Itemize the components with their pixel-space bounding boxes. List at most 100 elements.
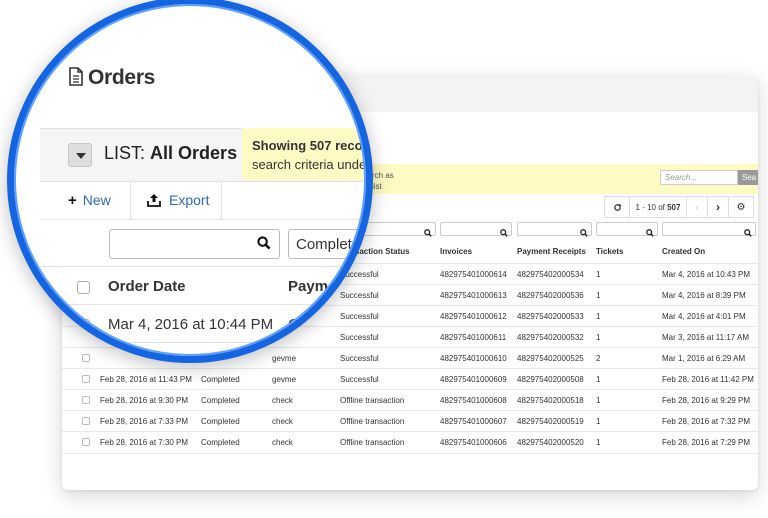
search-icon: [500, 224, 508, 242]
cell-tickets: 1: [596, 291, 601, 300]
refresh-button[interactable]: [604, 196, 630, 218]
settings-button[interactable]: ⚙: [728, 196, 754, 218]
export-button[interactable]: Export: [147, 192, 209, 210]
toolbar-divider: [221, 181, 222, 219]
col-invoices[interactable]: Invoices: [440, 247, 472, 256]
cell-receipt[interactable]: 482975402000532: [517, 327, 584, 348]
cell-status: Successful: [340, 375, 379, 384]
filter-tickets[interactable]: [596, 222, 658, 237]
cell-method: check: [272, 417, 293, 426]
banner-hint-line2: list: [372, 182, 382, 191]
filter-invoices[interactable]: [440, 222, 512, 237]
cell-method: check: [272, 396, 293, 405]
filter-payment-status[interactable]: Completed: [288, 229, 373, 259]
cell-invoice[interactable]: 482975401000611: [440, 327, 506, 348]
col-tickets[interactable]: Tickets: [596, 247, 623, 256]
table-row[interactable]: Feb 28, 2016 at 7:30 PM Completed check …: [62, 431, 758, 453]
cell-invoice[interactable]: 482975401000612: [440, 306, 507, 327]
list-selector[interactable]: LIST: All Orders: [104, 143, 237, 164]
magnified-view: Orders LIST: All Orders Showing 507 reco…: [7, 0, 373, 363]
table-row[interactable]: Feb 28, 2016 at 11:43 PM Completed gevme…: [62, 368, 758, 390]
col-order-date[interactable]: Order Date: [108, 278, 186, 295]
cell-receipt[interactable]: 482975402000534: [517, 264, 584, 285]
prev-page-button[interactable]: ‹: [686, 196, 708, 218]
chevron-right-icon: ›: [716, 200, 720, 214]
cell-payment: Completed: [201, 417, 240, 426]
filter-order-date[interactable]: [109, 229, 280, 259]
filter-payment-receipts[interactable]: [517, 222, 592, 237]
cell-created: Feb 28, 2016 at 9:29 PM: [662, 396, 751, 405]
pager-total: 507: [667, 202, 681, 212]
cell-created: Mar 1, 2016 at 6:29 AM: [662, 354, 746, 363]
next-page-button[interactable]: ›: [707, 196, 729, 218]
list-label: LIST:: [104, 143, 146, 163]
cell-order-date[interactable]: Feb 28, 2016 at 7:30 PM: [100, 432, 188, 453]
search-icon: [424, 224, 432, 242]
cell-status: Offline transaction: [340, 396, 405, 405]
select-all-checkbox[interactable]: [77, 281, 90, 294]
cell-created: Feb 28, 2016 at 7:32 PM: [662, 417, 751, 426]
cell-receipt[interactable]: 482975402000520: [517, 432, 584, 453]
table-row[interactable]: Feb 28, 2016 at 7:33 PM Completed check …: [62, 410, 758, 432]
row-checkbox[interactable]: [82, 396, 90, 404]
row-checkbox[interactable]: [82, 417, 90, 425]
cell-invoice[interactable]: 482975401000608: [440, 390, 507, 411]
cell-invoice[interactable]: 482975401000609: [440, 369, 507, 390]
pager-range: 1 - 10 of 507: [629, 196, 687, 218]
cell-payment: Completed: [201, 396, 240, 405]
cell-order-date[interactable]: Feb 28, 2016 at 9:30 PM: [100, 390, 188, 411]
cell-tickets: 1: [596, 417, 601, 426]
table-row[interactable]: Feb 28, 2016 at 9:30 PM Completed check …: [62, 389, 758, 411]
quick-search-input[interactable]: Search...: [660, 170, 738, 185]
zoom-order-date[interactable]: Mar 4, 2016 at 8:40 PM: [98, 353, 255, 363]
cell-receipt[interactable]: 482975402000518: [517, 390, 584, 411]
cell-invoice[interactable]: 482975401000610: [440, 348, 507, 369]
row-checkbox[interactable]: [82, 438, 90, 446]
cell-tickets: 1: [596, 312, 601, 321]
page-title-text: Orders: [88, 66, 156, 89]
cell-invoice[interactable]: 482975401000614: [440, 264, 507, 285]
cell-created: Feb 28, 2016 at 11:42 PM: [662, 375, 754, 384]
banner-hint-line1: rch as: [372, 171, 394, 180]
cell-order-date[interactable]: Feb 28, 2016 at 7:33 PM: [100, 411, 188, 432]
cell-created: Mar 4, 2016 at 10:43 PM: [662, 270, 751, 279]
cell-invoice[interactable]: 482975401000606: [440, 432, 507, 453]
cell-invoice[interactable]: 482975401000607: [440, 411, 507, 432]
cell-receipt[interactable]: 482975402000508: [517, 369, 584, 390]
cell-order-date[interactable]: Feb 28, 2016 at 11:43 PM: [100, 369, 192, 390]
cell-created: Mar 4, 2016 at 4:01 PM: [662, 312, 746, 321]
quick-search-button[interactable]: Sea: [738, 170, 758, 185]
col-payment[interactable]: Payment: [288, 278, 351, 295]
cell-receipt[interactable]: 482975402000519: [517, 411, 584, 432]
page-title: Orders: [68, 66, 155, 92]
cell-created: Feb 28, 2016 at 7:29 PM: [662, 438, 751, 447]
record-count: 507: [309, 138, 332, 153]
cell-created: Mar 3, 2016 at 11:17 AM: [662, 333, 750, 342]
plus-icon: +: [68, 192, 77, 209]
cell-tickets: 1: [596, 396, 601, 405]
search-criteria-text: search criteria under: [252, 157, 371, 172]
cell-receipt[interactable]: 482975402000533: [517, 306, 584, 327]
cell-receipt[interactable]: 482975402000525: [517, 348, 584, 369]
cell-method: check: [272, 438, 293, 447]
table-footer-divider: [62, 453, 758, 454]
document-icon: [68, 67, 84, 92]
cell-invoice[interactable]: 482975401000613: [440, 285, 507, 306]
cell-receipt[interactable]: 482975402000536: [517, 285, 584, 306]
new-button[interactable]: + New: [68, 192, 111, 209]
col-payment-receipts[interactable]: Payment Receipts: [517, 247, 586, 256]
row-divider: [40, 266, 373, 267]
filter-created-on[interactable]: [662, 222, 756, 237]
row-checkbox[interactable]: [82, 375, 90, 383]
row-divider: [40, 342, 373, 343]
export-button-label: Export: [169, 192, 210, 208]
list-dropdown-toggle[interactable]: [68, 143, 92, 167]
zoom-order-date[interactable]: Mar 4, 2016 at 10:44 PM: [108, 316, 273, 333]
cell-tickets: 1: [596, 333, 601, 342]
gear-icon: ⚙: [736, 201, 746, 213]
pager: 1 - 10 of 507 ‹ › ⚙: [604, 196, 754, 218]
row-checkbox[interactable]: [77, 319, 90, 332]
showing-suffix: records: [335, 138, 373, 153]
col-created-on[interactable]: Created On: [662, 247, 705, 256]
magnifier-lens: Orders LIST: All Orders Showing 507 reco…: [7, 0, 373, 363]
